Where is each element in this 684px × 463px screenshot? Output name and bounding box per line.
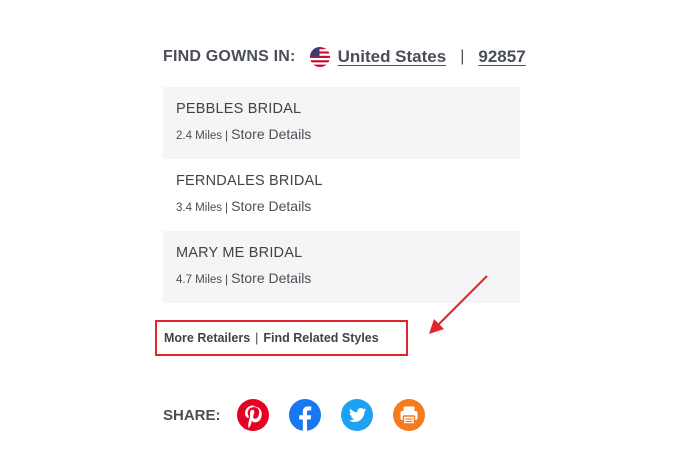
store-meta-separator: |: [225, 272, 229, 286]
share-label: SHARE:: [163, 406, 221, 424]
facebook-icon[interactable]: [288, 398, 322, 432]
country-link[interactable]: United States: [338, 47, 447, 67]
share-row: SHARE:: [163, 398, 444, 432]
store-details-link[interactable]: Store Details: [231, 126, 311, 142]
links-separator: |: [255, 331, 259, 345]
annotation-arrow-icon: [429, 275, 488, 334]
store-meta-separator: |: [225, 128, 229, 142]
store-details-link[interactable]: Store Details: [231, 198, 311, 214]
us-flag-icon[interactable]: [309, 47, 330, 67]
store-details-link[interactable]: Store Details: [231, 270, 311, 286]
store-name: PEBBLES BRIDAL: [176, 101, 302, 117]
find-separator: |: [460, 48, 465, 65]
store-name: FERNDALES BRIDAL: [176, 173, 323, 189]
store-distance: 3.4 Miles: [176, 202, 223, 214]
store-distance: 4.7 Miles: [176, 274, 223, 286]
store-distance: 2.4 Miles: [176, 130, 223, 142]
store-item: FERNDALES BRIDAL 3.4 Miles | Store Details: [163, 159, 520, 231]
find-gowns-row: FIND GOWNS IN: United States | 92857: [163, 44, 526, 70]
find-related-styles-link[interactable]: Find Related Styles: [263, 331, 378, 345]
store-meta: 3.4 Miles | Store Details: [176, 198, 507, 214]
store-meta: 2.4 Miles | Store Details: [176, 126, 507, 142]
zip-code-link[interactable]: 92857: [478, 47, 525, 67]
twitter-icon[interactable]: [340, 398, 374, 432]
pinterest-icon[interactable]: [236, 398, 270, 432]
store-meta-separator: |: [225, 200, 229, 214]
store-list: PEBBLES BRIDAL 2.4 Miles | Store Details F…: [163, 87, 520, 303]
more-retailers-highlight: More Retailers | Find Related Styles: [155, 320, 408, 356]
store-name: MARY ME BRIDAL: [176, 245, 303, 261]
print-icon[interactable]: [392, 398, 426, 432]
find-gowns-label: FIND GOWNS IN:: [163, 48, 296, 65]
store-item: PEBBLES BRIDAL 2.4 Miles | Store Details: [163, 87, 520, 159]
more-retailers-link[interactable]: More Retailers: [164, 331, 250, 345]
